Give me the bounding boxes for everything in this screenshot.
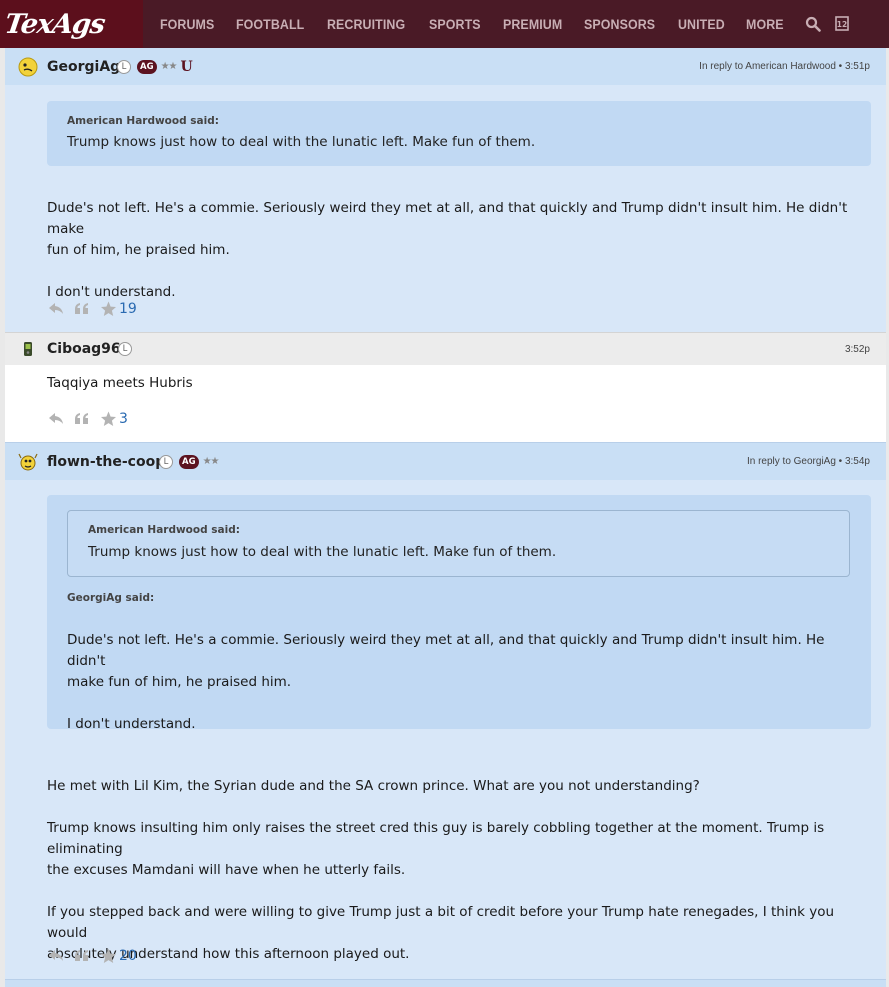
body-line: absolutely understand how this afternoon… (47, 946, 410, 962)
logo-text[interactable]: TexAgs (3, 9, 107, 40)
thread-feed: GeorgiAg L AG ★★ U In reply to American … (5, 48, 886, 979)
quote-author: American Hardwood said: (88, 524, 240, 536)
lifetime-badge: L (118, 342, 132, 356)
star-rank-badge: ★★ (160, 61, 178, 72)
quote-author: American Hardwood said: (67, 115, 219, 127)
nav-sports[interactable]: SPORTS (429, 17, 481, 32)
post: Ciboag96 L 3:52p Taqqiya meets Hubris 3 (5, 332, 886, 442)
post-actions: 19 (47, 298, 137, 320)
post: GeorgiAg L AG ★★ U In reply to American … (5, 48, 886, 332)
star-icon[interactable] (99, 301, 117, 317)
nav-menu: FORUMS FOOTBALL RECRUITING SPORTS PREMIU… (143, 0, 862, 48)
post-actions: 20 (47, 945, 137, 967)
star-rank-badge: ★★ (202, 456, 220, 467)
nav-united[interactable]: UNITED (678, 17, 725, 32)
quote-line: make fun of him, he praised him. (67, 674, 292, 690)
avatar[interactable] (17, 56, 39, 78)
body-line: I don't understand. (47, 284, 176, 300)
premium-u-badge: U (180, 58, 193, 75)
post-actions: 3 (47, 408, 128, 430)
lifetime-badge: L (159, 454, 173, 469)
body-line: fun of him, he praised him. (47, 242, 230, 258)
post-meta[interactable]: In reply to GeorgiAg • 3:54p (747, 456, 870, 467)
star-count[interactable]: 20 (119, 948, 137, 964)
post-header: flown-the-coop L AG ★★ In reply to Georg… (5, 443, 886, 480)
username[interactable]: flown-the-coop (47, 454, 165, 470)
search-icon[interactable] (804, 16, 821, 33)
ag-badge: AG (179, 454, 199, 469)
post-meta[interactable]: 3:52p (845, 344, 870, 355)
quote-block: American Hardwood said: Trump knows just… (47, 495, 871, 732)
site-logo[interactable]: TexAgs (0, 0, 143, 48)
reply-icon[interactable] (47, 411, 65, 427)
nav-premium[interactable]: PREMIUM (503, 17, 562, 32)
user-badges: L AG ★★ (159, 454, 223, 469)
quote-icon[interactable] (73, 411, 91, 427)
star-count[interactable]: 19 (119, 301, 137, 317)
post-header: GeorgiAg L AG ★★ U In reply to American … (5, 48, 886, 85)
post: flown-the-coop L AG ★★ In reply to Georg… (5, 442, 886, 979)
reply-icon[interactable] (47, 948, 65, 964)
body-line: Trump knows insulting him only raises th… (47, 820, 825, 857)
nav-football[interactable]: FOOTBALL (236, 17, 304, 32)
quote-body: Dude's not left. He's a commie. Seriousl… (67, 630, 857, 735)
quote-text: Trump knows just how to deal with the lu… (88, 544, 557, 560)
post-meta[interactable]: In reply to American Hardwood • 3:51p (699, 61, 870, 72)
username[interactable]: GeorgiAg (47, 59, 120, 75)
quote-line: Dude's not left. He's a commie. Seriousl… (67, 632, 825, 669)
nav-more[interactable]: MORE (746, 17, 784, 32)
body-line: Taqqiya meets Hubris (47, 375, 193, 391)
avatar[interactable] (17, 451, 39, 473)
quote-icon[interactable] (73, 301, 91, 317)
avatar[interactable] (17, 338, 39, 360)
user-badges: L (118, 342, 138, 356)
post-body: Dude's not left. He's a commie. Seriousl… (47, 198, 871, 303)
star-icon[interactable] (99, 948, 117, 964)
star-count[interactable]: 3 (119, 411, 128, 427)
twelve-icon[interactable]: 12 (833, 16, 850, 33)
post-body: Taqqiya meets Hubris (47, 373, 193, 394)
quote-icon[interactable] (73, 948, 91, 964)
ag-badge: AG (137, 59, 157, 74)
next-post-edge (5, 979, 886, 987)
quote-text: Trump knows just how to deal with the lu… (67, 134, 536, 150)
username[interactable]: Ciboag96 (47, 341, 121, 357)
reply-icon[interactable] (47, 301, 65, 317)
post-body: He met with Lil Kim, the Syrian dude and… (47, 776, 877, 965)
nav-forums[interactable]: FORUMS (160, 17, 214, 32)
body-line: He met with Lil Kim, the Syrian dude and… (47, 778, 700, 794)
quote-author: GeorgiAg said: (67, 592, 155, 604)
lifetime-badge: L (117, 59, 131, 74)
user-badges: L AG ★★ U (117, 59, 193, 75)
post-header: Ciboag96 L 3:52p (5, 332, 886, 365)
top-navigation: TexAgs FORUMS FOOTBALL RECRUITING SPORTS… (0, 0, 889, 48)
svg-text:12: 12 (836, 20, 846, 29)
quote-block: American Hardwood said: Trump knows just… (47, 101, 871, 166)
body-line: Dude's not left. He's a commie. Seriousl… (47, 200, 848, 237)
quote-line: I don't understand. (67, 716, 196, 732)
body-line: If you stepped back and were willing to … (47, 904, 835, 941)
body-line: the excuses Mamdani will have when he ut… (47, 862, 406, 878)
nested-quote-block: American Hardwood said: Trump knows just… (67, 510, 850, 577)
nav-sponsors[interactable]: SPONSORS (584, 17, 655, 32)
nav-recruiting[interactable]: RECRUITING (327, 17, 405, 32)
star-icon[interactable] (99, 411, 117, 427)
